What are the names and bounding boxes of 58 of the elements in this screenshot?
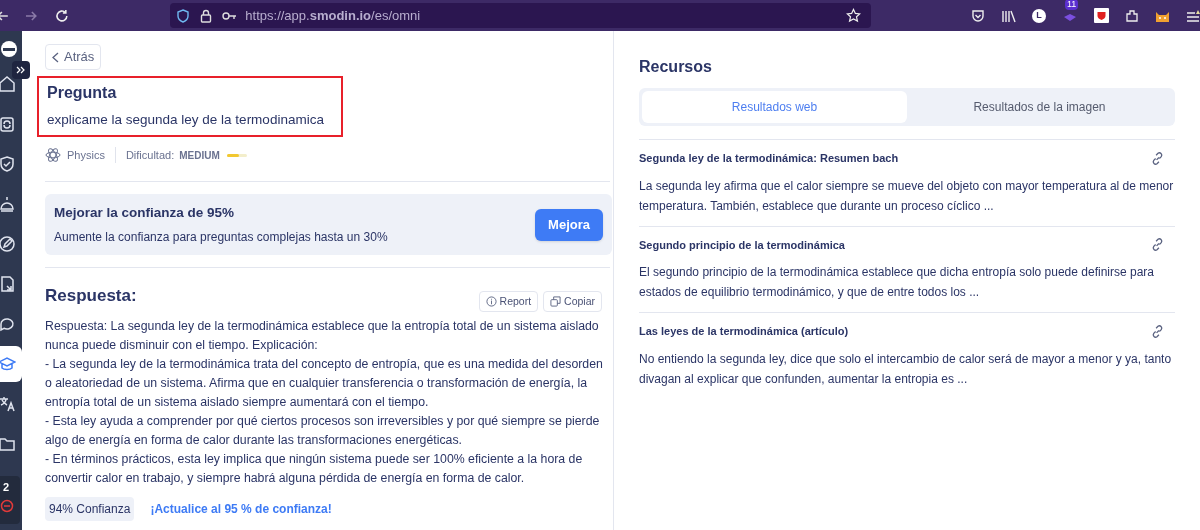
difficulty-value: MEDIUM [179,148,220,163]
question-text: explicame la segunda ley de la termodinamica [47,111,325,129]
clipboard-icon [0,115,16,133]
counter-text: 2 [3,482,10,493]
shield-extension-icon[interactable] [1094,8,1109,23]
lock-icon [200,8,213,23]
address-bar[interactable]: https://app.smodin.io/es/omni [170,3,871,28]
pocket-icon[interactable] [971,8,985,23]
confidence-badge: 94% Confianza [45,497,135,521]
menu-icon[interactable] [1186,8,1200,23]
key-icon [222,10,238,21]
logo-icon[interactable] [0,40,18,58]
shield-icon [176,8,191,23]
result-snippet: El segundo principio de la termodinámica establece que dicha entropía solo puede definirse para estados de equilibrio termodinámico, y que de entre todos los ... [639,264,1155,301]
info-icon [485,296,497,307]
upgrade-link[interactable]: ¡Actualice al 95 % de confianza! [150,500,332,518]
count-badge: 11 [1065,0,1079,10]
chevron-left-icon [52,51,59,63]
report-button[interactable]: Report [478,291,539,312]
card-title: Mejorar la confianza de 95% [54,204,236,223]
card-text: Aumente la confianza para preguntas complejas hasta un 30% [54,228,389,246]
resources-title: Recursos [639,57,713,77]
folder-icon [0,435,16,453]
reload-icon[interactable] [54,8,69,23]
link-icon[interactable] [1150,237,1165,253]
url-text: https://app.smodin.io/es/omni [245,6,421,25]
profile-avatar[interactable]: L [1032,8,1046,23]
difficulty-label: Dificultad: [125,147,175,163]
answer-text: Respuesta: La segunda ley de la termodinámica establece que la entropía total de un sistema aislado nunca puede disminuir con el tiempo. Explicación: - La segunda ley de la termodinámica trata del concepto de entropía, que es una medida del desorden o aleatoriedad de un sistema. Afirma que en cualquier transferencia o transformación de energía, la entropía total de un sistema aislado siempre aumentará con el tiempo. - Esta ley ayuda a comprender por qué ciertos procesos son irreversibles y por qué siempre se pierde algo de energía en forma de calor durante las transformaciones energéticas. - En términos prácticos, esta ley implica que ningún sistema puede ser 100% eficiente a la hora de convertir calor en trabajo, y siempre habrá alguna pérdida de energía en forma de calor. [45,318,604,487]
question-title: Pregunta [47,83,118,103]
translate-icon [0,395,16,413]
result-title[interactable]: Las leyes de la termodinámica (artículo) [639,323,1150,340]
subject-label: Physics [67,147,105,163]
result-snippet: La segunda ley afirma que el calor siempre se mueve del objeto con mayor temperatura al de menor temperatura. También, establece que durante un proceso cíclico ... [639,177,1175,215]
result-title[interactable]: Segunda ley de la termodinámica: Resumen bach [639,150,1150,167]
upgrade-button[interactable]: Mejora [535,208,603,241]
document-icon [0,275,16,293]
atom-icon [45,147,61,163]
link-icon[interactable] [1150,150,1165,166]
answer-title: Respuesta: [45,285,138,307]
expand-button[interactable] [12,61,30,79]
pencil-icon [0,235,16,253]
result-snippet: No entiendo la segunda ley, dice que solo el intercambio de calor será de mayor a menor y ya, tanto divagan al explicar que confunden, aumentar la entropia es ... [639,350,1173,388]
library-icon[interactable] [1001,8,1016,23]
copy-button[interactable]: Copiar [543,291,602,312]
copy-icon [550,296,562,307]
shield-icon [0,155,16,173]
link-icon[interactable] [1150,323,1165,339]
chat-icon [0,315,16,333]
result-title[interactable]: Segundo principio de la termodinámica [639,236,1150,253]
star-icon[interactable] [846,8,861,23]
tab[interactable]: Resultados web [642,91,907,123]
double-chevron-icon [16,65,26,75]
tab[interactable]: Resultados de la imagen [907,91,1172,123]
back-button[interactable]: Atrás [45,44,102,70]
cap-icon [0,355,16,373]
home-icon [0,75,16,93]
alert-icon[interactable] [0,499,14,513]
